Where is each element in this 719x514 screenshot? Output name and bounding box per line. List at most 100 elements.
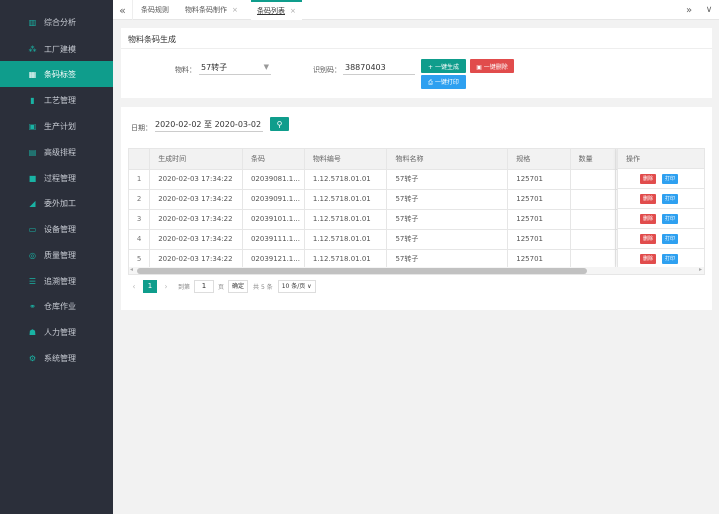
table-cell: 2020-02-03 17:34:22 [149, 189, 243, 210]
tab-barcode-list[interactable]: 条码列表 × [251, 0, 302, 20]
sidebar-item-label: 系统管理 [44, 353, 76, 363]
operations-cell: 删除 打印 [618, 189, 704, 209]
sidebar-item[interactable]: ⚙ 系统管理 [0, 345, 113, 371]
quality-search-icon: ◎ [29, 250, 36, 260]
row-delete-button[interactable]: 删除 [640, 173, 656, 184]
current-page[interactable]: 1 [143, 279, 157, 293]
scroll-tabs-left-icon[interactable]: « [113, 0, 133, 20]
table-cell: 57转子 [386, 189, 509, 210]
sidebar-item-label: 高级排程 [44, 147, 76, 157]
row-print-button[interactable]: 打印 [662, 253, 678, 264]
table-cell [570, 189, 616, 210]
table-cell: 125701 [507, 249, 571, 270]
prev-page-icon[interactable]: ‹ [128, 282, 140, 291]
scrollbar-thumb[interactable] [137, 268, 587, 274]
table-cell: 4 [129, 229, 151, 250]
users-icon: ☗ [28, 327, 37, 337]
sidebar-item-label: 追溯管理 [44, 276, 76, 286]
sidebar-item[interactable]: ⚭ 仓库作业 [0, 293, 113, 319]
row-delete-button[interactable]: 删除 [640, 193, 656, 204]
page-size-select[interactable]: 10 条/页 ∨ [277, 279, 316, 293]
total-count: 共 5 条 [253, 283, 273, 291]
sidebar-item-label: 工厂建模 [44, 44, 76, 54]
table-cell: 02039121.1... [242, 249, 305, 270]
material-select[interactable]: 57转子 ▼ [199, 61, 271, 75]
sidebar: ▥ 综合分析 ⁂ 工厂建模 ▦ 条码标签 ▮ 工艺管理 ▣ 生产计划 ▤ 高级排程 ■ 过程管理 ◢ 委外加工… [0, 0, 113, 514]
next-page-icon[interactable]: › [160, 282, 172, 291]
row-delete-button[interactable]: 删除 [640, 233, 656, 244]
row-print-button[interactable]: 打印 [662, 173, 678, 184]
operations-cell: 删除 打印 [618, 249, 704, 269]
horizontal-scrollbar[interactable]: ◂ ▸ [129, 266, 704, 274]
row-print-button[interactable]: 打印 [662, 233, 678, 244]
outsource-icon: ◢ [29, 198, 36, 208]
sidebar-item-label: 质量管理 [44, 250, 76, 260]
sidebar-item[interactable]: ■ 过程管理 [0, 165, 113, 191]
page-unit-label: 页 [218, 283, 225, 291]
id-code-input[interactable]: 38870403 [343, 61, 415, 75]
table-cell: 1.12.5718.01.01 [304, 209, 388, 230]
column-header: 规格 [507, 149, 571, 170]
search-button[interactable]: ⚲ [270, 117, 289, 131]
close-icon[interactable]: × [290, 7, 296, 15]
sidebar-item[interactable]: ▥ 综合分析 [0, 9, 113, 35]
sidebar-item[interactable]: ⁂ 工厂建模 [0, 36, 113, 62]
sidebar-item[interactable]: ◎ 质量管理 [0, 242, 113, 268]
table-cell: 02039081.1... [242, 169, 305, 190]
table-cell: 57转子 [386, 209, 509, 230]
material-value: 57转子 [201, 63, 228, 72]
print-all-button[interactable]: ⎙ 一键打印 [421, 75, 466, 89]
sidebar-item-label: 综合分析 [44, 17, 76, 27]
delete-all-button[interactable]: ▣ 一键删除 [470, 59, 514, 73]
table-cell: 1.12.5718.01.01 [304, 169, 388, 190]
table-cell: 57转子 [386, 229, 509, 250]
id-code-label: 识别码： [313, 66, 341, 74]
calendar-icon: ▣ [28, 121, 37, 131]
sidebar-item[interactable]: ▣ 生产计划 [0, 113, 113, 139]
sidebar-item[interactable]: ☗ 人力管理 [0, 319, 113, 345]
table-cell [570, 229, 616, 250]
scroll-tabs-right-icon[interactable]: » [679, 0, 699, 20]
operations-cell: 删除 打印 [618, 169, 704, 189]
close-icon[interactable]: × [232, 6, 238, 14]
scroll-right-icon[interactable]: ▸ [699, 266, 702, 273]
table-cell: 125701 [507, 229, 571, 250]
bar-chart-icon: ▥ [28, 17, 37, 27]
chevron-down-icon[interactable]: ∨ [699, 0, 719, 20]
barcode-icon: ▦ [28, 69, 37, 79]
tab-bar: « 条码规则 物料条码制作 × 条码列表 × » ∨ [113, 0, 719, 20]
sidebar-item[interactable]: ☰ 追溯管理 [0, 268, 113, 294]
search-icon: ⚲ [276, 119, 283, 129]
date-range-value: 2020-02-02 至 2020-03-02 [155, 120, 262, 129]
row-print-button[interactable]: 打印 [662, 193, 678, 204]
sidebar-item[interactable]: ◢ 委外加工 [0, 190, 113, 216]
table-cell: 3 [129, 209, 151, 230]
row-delete-button[interactable]: 删除 [640, 213, 656, 224]
table-cell: 1.12.5718.01.01 [304, 189, 388, 210]
sidebar-item[interactable]: ▤ 高级排程 [0, 139, 113, 165]
row-print-button[interactable]: 打印 [662, 213, 678, 224]
tab-material-barcode[interactable]: 物料条码制作 × [179, 0, 244, 20]
generate-all-button[interactable]: + 一键生成 [421, 59, 466, 73]
sidebar-item-label: 过程管理 [44, 173, 76, 183]
table-cell: 1.12.5718.01.01 [304, 249, 388, 270]
sidebar-item-label: 条码标签 [44, 69, 76, 79]
scroll-left-icon[interactable]: ◂ [130, 266, 133, 273]
column-header: 物料名称 [386, 149, 509, 170]
tab-barcode-rules[interactable]: 条码规则 [135, 0, 175, 20]
operations-cell: 删除 打印 [618, 209, 704, 229]
sidebar-item[interactable]: ▮ 工艺管理 [0, 87, 113, 113]
date-range-input[interactable]: 2020-02-02 至 2020-03-02 [155, 119, 263, 132]
row-delete-button[interactable]: 删除 [640, 253, 656, 264]
sidebar-item[interactable]: ▦ 条码标签 [0, 61, 113, 87]
goto-page-input[interactable]: 1 [194, 279, 215, 293]
column-header: 条码 [242, 149, 305, 170]
divider [121, 48, 712, 49]
sidebar-item[interactable]: ▭ 设备管理 [0, 216, 113, 242]
column-header: 物料编号 [304, 149, 388, 170]
goto-confirm-button[interactable]: 确定 [228, 279, 249, 293]
material-label: 物料： [175, 66, 196, 74]
tab-label: 条码列表 [257, 7, 285, 15]
table-cell: 02039091.1... [242, 189, 305, 210]
table-cell: 2020-02-03 17:34:22 [149, 169, 243, 190]
